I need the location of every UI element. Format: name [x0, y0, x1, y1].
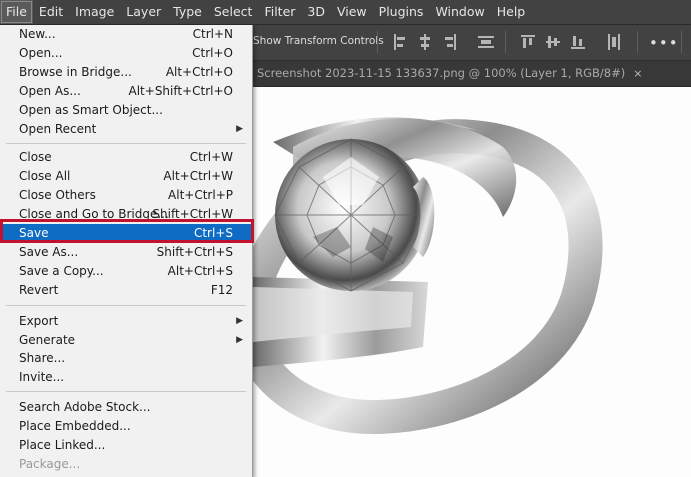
document-tab-title: Screenshot 2023-11-15 133637.png @ 100% …: [257, 66, 626, 80]
more-options-icon[interactable]: •••: [649, 34, 679, 52]
menu-item-browse-in-bridge[interactable]: Browse in Bridge... Alt+Ctrl+O: [0, 63, 252, 82]
divider: [681, 31, 682, 53]
menu-item-label: Save: [19, 226, 49, 240]
align-vertical-centers-icon[interactable]: [546, 34, 560, 50]
menu-file[interactable]: File: [0, 0, 33, 24]
menu-item-label: Share...: [19, 351, 66, 365]
menu-item-label: Export: [19, 314, 59, 328]
menu-item-shortcut: Ctrl+W: [189, 150, 233, 164]
menu-item-close-and-go-to-bridge[interactable]: Close and Go to Bridge... Shift+Ctrl+W: [0, 205, 252, 224]
menu-item-shortcut: Alt+Ctrl+S: [167, 264, 233, 278]
menu-item-label: Browse in Bridge...: [19, 65, 132, 79]
menu-item-label: Close: [19, 150, 52, 164]
menu-item-label: Close and Go to Bridge...: [19, 207, 169, 221]
align-horizontal-centers-icon[interactable]: [418, 34, 432, 50]
menu-item-label: Invite...: [19, 370, 65, 384]
menu-item-label: Package...: [19, 457, 81, 471]
menu-item-open-as-smart-object[interactable]: Open as Smart Object...: [0, 101, 252, 120]
menu-select[interactable]: Select: [208, 0, 259, 24]
menu-item-label: New...: [19, 27, 56, 41]
menu-item-shortcut: F12: [210, 283, 233, 297]
ring-image: [253, 117, 603, 435]
menu-item-close-others[interactable]: Close Others Alt+Ctrl+P: [0, 186, 252, 205]
menu-filter[interactable]: Filter: [258, 0, 301, 24]
menu-item-generate[interactable]: Generate ▶: [0, 331, 252, 350]
menu-item-label: Place Linked...: [19, 438, 106, 452]
menu-item-open[interactable]: Open... Ctrl+O: [0, 44, 252, 63]
menu-item-share[interactable]: Share...: [0, 349, 252, 368]
menu-item-shortcut: Ctrl+N: [192, 27, 233, 41]
align-left-edges-icon[interactable]: [393, 34, 407, 50]
menu-item-place-linked[interactable]: Place Linked...: [0, 436, 252, 455]
menu-item-invite[interactable]: Invite...: [0, 368, 252, 387]
divider: [505, 31, 506, 53]
document-tab-bar: Screenshot 2023-11-15 133637.png @ 100% …: [253, 61, 691, 87]
menu-item-shortcut: Ctrl+S: [193, 226, 233, 240]
options-bar: Show Transform Controls •••: [253, 25, 691, 61]
file-menu: New... Ctrl+N Open... Ctrl+O Browse in Bri…: [0, 25, 253, 477]
menu-layer[interactable]: Layer: [120, 0, 167, 24]
menu-item-save-as[interactable]: Save As... Shift+Ctrl+S: [0, 243, 252, 262]
menu-item-new[interactable]: New... Ctrl+N: [0, 25, 252, 44]
menu-item-label: Place Embedded...: [19, 419, 131, 433]
menu-item-shortcut: Alt+Shift+Ctrl+O: [128, 84, 233, 98]
menu-plugins[interactable]: Plugins: [373, 0, 430, 24]
menu-item-open-recent[interactable]: Open Recent ▶: [0, 120, 252, 139]
submenu-arrow-icon: ▶: [236, 316, 243, 326]
menu-divider: [6, 391, 246, 392]
show-transform-controls-label[interactable]: Show Transform Controls: [253, 35, 384, 47]
menu-divider: [6, 143, 246, 144]
divider: [377, 31, 378, 53]
menu-item-export[interactable]: Export ▶: [0, 312, 252, 331]
menu-item-save-a-copy[interactable]: Save a Copy... Alt+Ctrl+S: [0, 262, 252, 281]
menu-edit[interactable]: Edit: [33, 0, 69, 24]
menu-divider: [6, 305, 246, 306]
menu-item-save[interactable]: Save Ctrl+S: [0, 224, 252, 243]
menu-item-label: Generate: [19, 333, 76, 347]
align-right-edges-icon[interactable]: [443, 34, 457, 50]
menu-item-shortcut: Shift+Ctrl+S: [156, 245, 233, 259]
menu-item-label: Close Others: [19, 188, 96, 202]
menu-image[interactable]: Image: [69, 0, 120, 24]
document-canvas[interactable]: [253, 87, 691, 477]
menu-item-label: Revert: [19, 283, 59, 297]
menu-item-label: Save As...: [19, 245, 79, 259]
menu-item-label: Open as Smart Object...: [19, 103, 163, 117]
submenu-arrow-icon: ▶: [236, 124, 243, 134]
menu-type[interactable]: Type: [167, 0, 208, 24]
menu-help[interactable]: Help: [491, 0, 532, 24]
menu-3d[interactable]: 3D: [301, 0, 331, 24]
distribute-horizontal-icon[interactable]: [478, 34, 494, 50]
align-top-edges-icon[interactable]: [521, 34, 535, 50]
menu-item-close-all[interactable]: Close All Alt+Ctrl+W: [0, 167, 252, 186]
divider: [637, 31, 638, 53]
menu-item-label: Close All: [19, 169, 71, 183]
menu-item-label: Open As...: [19, 84, 81, 98]
close-icon[interactable]: ×: [633, 67, 642, 80]
menu-item-open-as[interactable]: Open As... Alt+Shift+Ctrl+O: [0, 82, 252, 101]
menu-view[interactable]: View: [331, 0, 373, 24]
menu-item-close[interactable]: Close Ctrl+W: [0, 148, 252, 167]
menu-bar: File Edit Image Layer Type Select Filter…: [0, 0, 691, 25]
menu-item-package: Package...: [0, 455, 252, 474]
menu-item-revert[interactable]: Revert F12: [0, 281, 252, 300]
menu-item-label: Search Adobe Stock...: [19, 400, 151, 414]
menu-item-place-embedded[interactable]: Place Embedded...: [0, 417, 252, 436]
submenu-arrow-icon: ▶: [236, 335, 243, 345]
menu-item-shortcut: Alt+Ctrl+P: [168, 188, 233, 202]
document-tab[interactable]: Screenshot 2023-11-15 133637.png @ 100% …: [253, 61, 642, 86]
menu-item-label: Open Recent: [19, 122, 97, 136]
menu-item-label: Open...: [19, 46, 63, 60]
menu-item-shortcut: Alt+Ctrl+O: [165, 65, 233, 79]
menu-item-label: Save a Copy...: [19, 264, 104, 278]
align-bottom-edges-icon[interactable]: [571, 34, 585, 50]
menu-item-shortcut: Alt+Ctrl+W: [163, 169, 233, 183]
menu-item-search-adobe-stock[interactable]: Search Adobe Stock...: [0, 398, 252, 417]
distribute-vertical-icon[interactable]: [606, 34, 622, 50]
menu-window[interactable]: Window: [429, 0, 490, 24]
menu-item-shortcut: Ctrl+O: [192, 46, 233, 60]
menu-item-shortcut: Shift+Ctrl+W: [152, 207, 233, 221]
